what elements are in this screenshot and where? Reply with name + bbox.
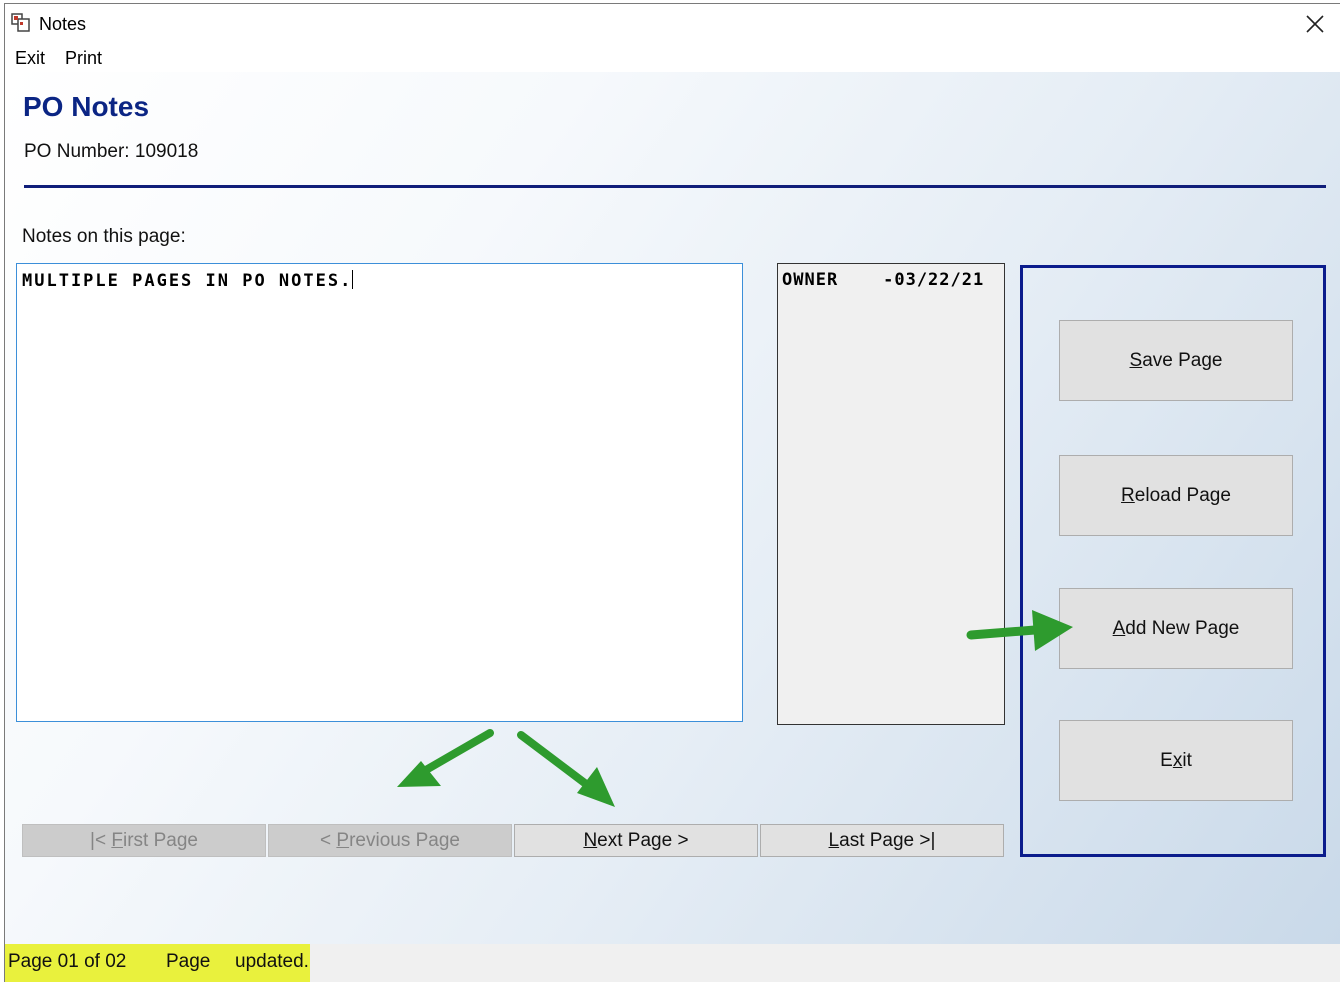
menu-print[interactable]: Print <box>65 48 102 69</box>
previous-page-arrow-icon <box>397 729 615 807</box>
status-message-page: Page <box>166 951 211 972</box>
next-page-label: Next Page > <box>583 829 689 851</box>
header-divider <box>24 185 1326 188</box>
save-page-button[interactable]: Save Page <box>1059 320 1293 401</box>
menu-bar: Exit Print <box>5 42 1340 72</box>
first-page-label: |< First Page <box>90 829 198 851</box>
text-caret <box>352 270 354 289</box>
add-new-page-button[interactable]: Add New Page <box>1059 588 1293 669</box>
reload-page-button[interactable]: Reload Page <box>1059 455 1293 536</box>
add-page-arrow-icon <box>966 610 1073 651</box>
save-page-label: Save Page <box>1129 349 1223 371</box>
menu-exit[interactable]: Exit <box>15 48 45 69</box>
last-page-label: Last Page >| <box>828 829 936 851</box>
exit-button[interactable]: Exit <box>1059 720 1293 801</box>
action-panel: Save Page Reload Page Add New Page Exit <box>1020 265 1326 857</box>
po-number-label: PO Number: <box>24 141 130 162</box>
page-indicator: Page 01 of 02 <box>8 951 127 972</box>
notes-text: MULTIPLE PAGES IN PO NOTES. <box>22 271 353 291</box>
window-title: Notes <box>39 14 87 34</box>
main-content: PO Notes PO Number: 109018 Notes on this… <box>5 72 1340 944</box>
po-number-line: PO Number: 109018 <box>24 141 198 163</box>
status-message-updated: updated. <box>235 951 309 972</box>
previous-page-button[interactable]: < Previous Page <box>268 824 512 857</box>
previous-page-label: < Previous Page <box>320 829 460 851</box>
last-page-button[interactable]: Last Page >| <box>760 824 1004 857</box>
close-icon[interactable] <box>1303 12 1327 36</box>
page-title: PO Notes <box>23 91 150 122</box>
notes-window: Notes Exit Print PO Notes PO Number: 109… <box>4 3 1340 982</box>
add-new-page-label: Add New Page <box>1112 617 1240 639</box>
notes-app-icon <box>11 13 30 32</box>
first-page-button[interactable]: |< First Page <box>22 824 266 857</box>
title-bar: Notes <box>5 4 1340 42</box>
reload-page-label: Reload Page <box>1121 484 1231 506</box>
owner-stamp: OWNER -03/22/21 <box>782 270 985 290</box>
notes-label: Notes on this page: <box>22 226 186 247</box>
status-bar: Page 01 of 02 Page updated. <box>5 944 1340 982</box>
next-page-button[interactable]: Next Page > <box>514 824 758 857</box>
notes-textarea[interactable]: MULTIPLE PAGES IN PO NOTES. <box>16 263 743 722</box>
exit-label: Exit <box>1160 749 1192 771</box>
po-number-value: 109018 <box>134 141 199 162</box>
